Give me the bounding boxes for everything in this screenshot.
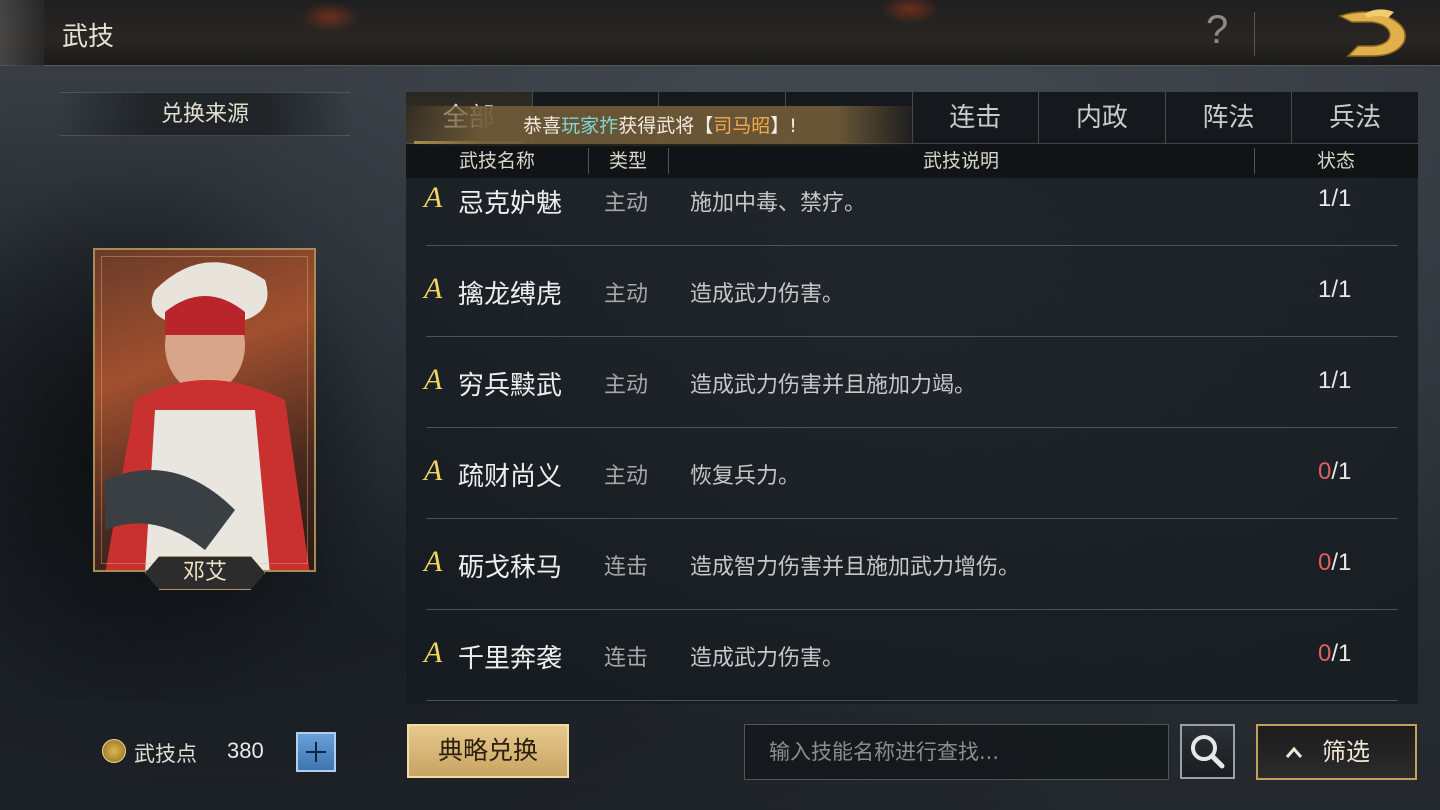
source-header: 兑换来源 <box>60 92 350 136</box>
broadcast-banner: 恭喜玩家拃获得武将【司马昭】! <box>406 106 914 146</box>
status-total: 1 <box>1338 367 1352 394</box>
skill-name: 疏财尚义 <box>458 462 563 492</box>
column-status: 状态 <box>1316 150 1355 172</box>
banner-suffix: 】! <box>770 115 797 137</box>
column-headers: 武技名称 类型 武技说明 状态 <box>406 144 1418 178</box>
grade-label: A <box>424 636 443 669</box>
skill-row[interactable]: A 穷兵黩武 主动 造成武力伤害并且施加力竭。 1/1 <box>406 337 1418 428</box>
column-name: 武技名称 <box>458 150 535 172</box>
divider <box>1254 12 1255 56</box>
skill-type: 主动 <box>604 373 649 398</box>
status-current: 0 <box>1318 549 1332 576</box>
banner-prefix: 恭喜 <box>523 115 562 137</box>
banner-middle: 获得武将【 <box>618 115 714 137</box>
general-name: 邓艾 <box>145 556 265 590</box>
status-total: 1 <box>1338 640 1352 667</box>
skill-type: 主动 <box>604 282 649 307</box>
skill-desc: 造成武力伤害。 <box>690 282 845 307</box>
skill-status: 1/1 <box>1318 367 1352 394</box>
skill-desc: 造成武力伤害。 <box>690 646 845 671</box>
skill-row[interactable]: A 疏财尚义 主动 恢复兵力。 0/1 <box>406 428 1418 519</box>
skill-name: 千里奔袭 <box>458 644 563 674</box>
plus-icon[interactable] <box>296 732 336 772</box>
back-icon[interactable] <box>0 0 44 66</box>
page-title: 武技 <box>62 22 115 52</box>
filter-button[interactable]: 筛选 <box>1256 724 1417 780</box>
skill-points-label: 武技点 <box>134 742 197 766</box>
skill-desc: 恢复兵力。 <box>690 464 801 489</box>
tab-tactics[interactable]: 兵法 <box>1292 92 1418 144</box>
grade-label: A <box>424 454 443 487</box>
banner-player: 玩家拃 <box>561 115 619 137</box>
card-frame <box>101 256 308 564</box>
skill-type: 连击 <box>604 555 649 580</box>
skill-desc: 造成武力伤害并且施加力竭。 <box>690 373 977 398</box>
skill-row[interactable]: A 忌克妒魅 主动 施加中毒、禁疗。 1/1 <box>406 178 1418 246</box>
status-current: 0 <box>1318 458 1332 485</box>
skill-row[interactable]: A 千里奔袭 连击 造成武力伤害。 0/1 <box>406 610 1418 701</box>
skill-status: 1/1 <box>1318 276 1352 303</box>
row-divider <box>426 700 1398 701</box>
exchange-button[interactable]: 典略兑换 <box>407 724 569 778</box>
status-current: 0 <box>1318 640 1332 667</box>
grade-label: A <box>424 545 443 578</box>
ember-decoration <box>300 2 360 32</box>
skill-row[interactable]: A 擒龙缚虎 主动 造成武力伤害。 1/1 <box>406 246 1418 337</box>
skill-status: 0/1 <box>1318 640 1352 667</box>
skill-desc: 造成智力伤害并且施加武力增伤。 <box>690 555 1021 580</box>
column-type: 类型 <box>608 150 647 172</box>
filter-label: 筛选 <box>1322 738 1370 766</box>
skill-status: 0/1 <box>1318 458 1352 485</box>
tab-formation[interactable]: 阵法 <box>1166 92 1293 144</box>
skill-name: 擒龙缚虎 <box>458 280 563 310</box>
status-total: 1 <box>1338 458 1352 485</box>
top-bar: 武技 ? <box>0 0 1440 66</box>
status-total: 1 <box>1338 276 1352 303</box>
status-current: 1 <box>1318 185 1332 212</box>
tab-combo[interactable]: 连击 <box>913 92 1040 144</box>
skill-type: 主动 <box>604 464 649 489</box>
skill-name: 砺戈秣马 <box>458 553 563 583</box>
skill-status: 1/1 <box>1318 185 1352 212</box>
banner-general: 司马昭 <box>713 115 771 137</box>
question-icon[interactable]: ? <box>1206 8 1228 53</box>
search-input[interactable] <box>745 725 1168 779</box>
skill-type: 主动 <box>604 191 649 216</box>
grade-label: A <box>424 363 443 396</box>
skill-rows: A 忌克妒魅 主动 施加中毒、禁疗。 1/1 A 擒龙缚虎 主动 造成武力伤害。… <box>406 178 1418 704</box>
general-portrait-card[interactable] <box>93 248 316 572</box>
status-total: 1 <box>1338 185 1352 212</box>
skill-points-value: 380 <box>227 738 264 763</box>
status-current: 1 <box>1318 276 1332 303</box>
skill-type: 连击 <box>604 646 649 671</box>
skill-name: 穷兵黩武 <box>458 371 563 401</box>
search-button[interactable] <box>1180 724 1235 779</box>
tab-internal[interactable]: 内政 <box>1039 92 1166 144</box>
column-desc: 武技说明 <box>922 150 999 172</box>
ember-decoration <box>880 0 940 24</box>
chevron-up-icon <box>1285 746 1303 758</box>
magnifier-icon <box>1191 735 1225 769</box>
search-field <box>744 724 1169 780</box>
skill-desc: 施加中毒、禁疗。 <box>690 191 867 216</box>
grade-label: A <box>424 181 443 214</box>
status-current: 1 <box>1318 367 1332 394</box>
skill-row[interactable]: A 砺戈秣马 连击 造成智力伤害并且施加武力增伤。 0/1 <box>406 519 1418 610</box>
skill-status: 0/1 <box>1318 549 1352 576</box>
dragon-logo-icon[interactable] <box>1334 6 1416 60</box>
skill-name: 忌克妒魅 <box>458 189 563 219</box>
grade-label: A <box>424 272 443 305</box>
coin-icon <box>102 739 126 763</box>
status-total: 1 <box>1338 549 1352 576</box>
